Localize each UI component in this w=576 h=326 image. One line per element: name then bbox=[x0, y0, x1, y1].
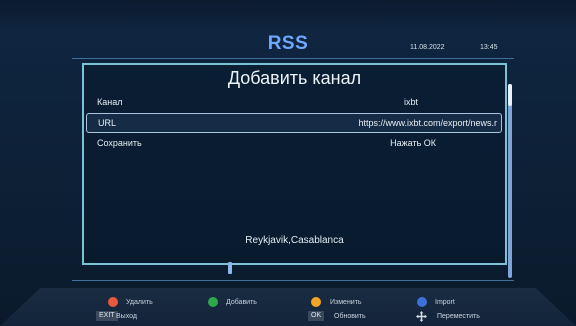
location-text: Reykjavik,Casablanca bbox=[245, 235, 344, 246]
refresh-hint: Обновить bbox=[334, 313, 366, 320]
move-arrows-icon bbox=[416, 311, 427, 322]
red-button-icon bbox=[108, 297, 118, 307]
scrollbar-thumb[interactable] bbox=[508, 84, 512, 106]
exit-hint: Выход bbox=[116, 313, 137, 320]
exit-key: EXIT bbox=[96, 311, 118, 321]
add-channel-dialog: Добавить канал Канал ixbt URL https://ww… bbox=[82, 63, 507, 265]
ok-key: OK bbox=[308, 311, 325, 321]
horizontal-position-marker bbox=[228, 262, 232, 274]
blue-button-icon bbox=[417, 297, 427, 307]
url-value: https://www.ixbt.com/export/news.r bbox=[358, 118, 497, 128]
dialog-title: Добавить канал bbox=[227, 68, 362, 88]
date-display: 11.08.2022 bbox=[410, 44, 445, 51]
save-row[interactable]: Сохранить Нажать ОК bbox=[86, 134, 500, 152]
save-value: Нажать ОК bbox=[390, 138, 436, 148]
save-label: Сохранить bbox=[97, 138, 142, 148]
time-display: 13:45 bbox=[480, 44, 498, 51]
url-label: URL bbox=[98, 118, 117, 128]
url-row[interactable]: URL https://www.ixbt.com/export/news.r bbox=[86, 113, 502, 133]
add-hint: Добавить bbox=[226, 299, 257, 306]
delete-hint: Удалить bbox=[126, 299, 153, 306]
footer-divider bbox=[72, 280, 514, 281]
edit-hint: Изменить bbox=[330, 299, 362, 306]
rss-screen: RSS 11.08.2022 13:45 Добавить канал Кана… bbox=[0, 0, 576, 326]
move-hint: Переместить bbox=[437, 313, 480, 320]
header-divider bbox=[72, 58, 514, 59]
channel-row[interactable]: Канал ixbt bbox=[86, 93, 500, 111]
channel-label: Канал bbox=[97, 97, 123, 107]
yellow-button-icon bbox=[311, 297, 321, 307]
channel-value: ixbt bbox=[403, 97, 418, 107]
footer-bar bbox=[0, 288, 576, 326]
green-button-icon bbox=[208, 297, 218, 307]
vertical-scrollbar[interactable] bbox=[508, 84, 512, 278]
import-hint: Import bbox=[435, 299, 455, 306]
